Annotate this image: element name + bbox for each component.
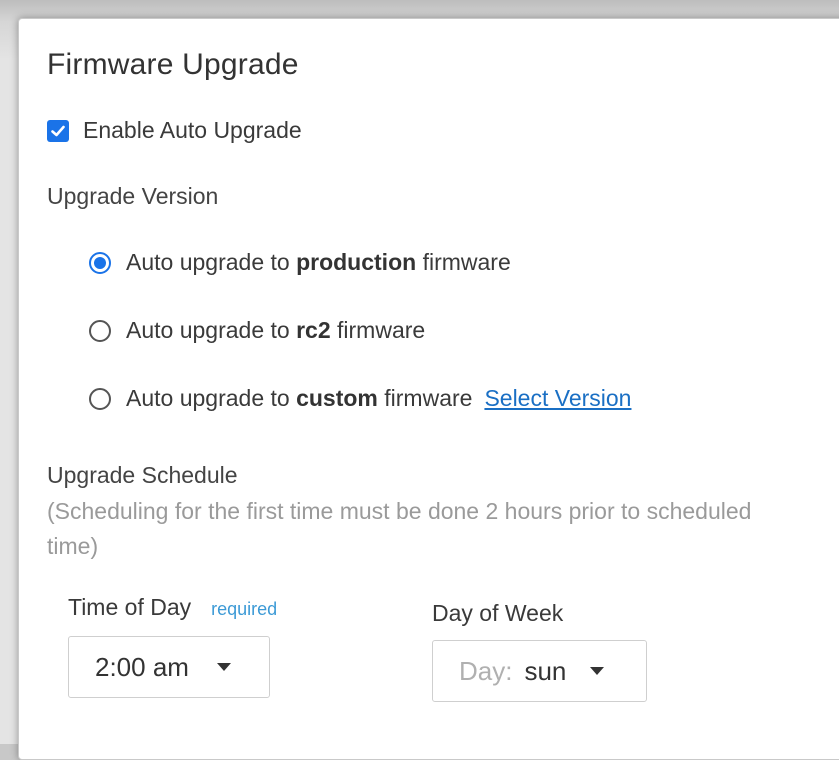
select-version-link[interactable]: Select Version (484, 385, 631, 412)
time-of-day-label: Time of Day required (68, 594, 277, 621)
enable-auto-upgrade-label: Enable Auto Upgrade (83, 117, 302, 143)
radio-custom-row[interactable]: Auto upgrade to custom firmware Select V… (89, 385, 631, 412)
upgrade-version-heading: Upgrade Version (47, 183, 219, 209)
radio-production[interactable] (89, 251, 111, 274)
time-of-day-value: 2:00 am (95, 651, 189, 682)
radio-rc2[interactable] (89, 319, 111, 342)
day-of-week-select[interactable]: Day: sun (432, 640, 647, 702)
window-background: Firmware Upgrade Enable Auto Upgrade Upg… (0, 0, 839, 760)
radio-rc2-label: Auto upgrade to rc2 firmware (126, 317, 426, 343)
schedule-note: (Scheduling for the first time must be d… (47, 498, 752, 559)
day-of-week-value: sun (524, 655, 567, 686)
radio-rc2-row[interactable]: Auto upgrade to rc2 firmware (89, 317, 425, 344)
radio-production-row[interactable]: Auto upgrade to production firmware (89, 249, 511, 276)
time-of-day-select[interactable]: 2:00 am (68, 636, 270, 698)
day-of-week-label: Day of Week (432, 600, 564, 626)
radio-custom[interactable] (89, 387, 111, 410)
time-of-day-label-text: Time of Day (68, 594, 192, 620)
chevron-down-icon (590, 667, 605, 675)
enable-auto-upgrade-checkbox[interactable] (47, 119, 69, 142)
required-indicator: required (211, 599, 278, 619)
radio-custom-label: Auto upgrade to custom firmware (126, 385, 473, 411)
day-prefix: Day: (459, 655, 513, 686)
upgrade-schedule-heading: Upgrade Schedule (47, 462, 238, 488)
page-title: Firmware Upgrade (47, 48, 299, 81)
checkmark-icon (51, 125, 65, 136)
radio-production-label: Auto upgrade to production firmware (126, 249, 511, 275)
enable-auto-upgrade-row[interactable]: Enable Auto Upgrade (47, 117, 302, 144)
chevron-down-icon (216, 663, 231, 671)
